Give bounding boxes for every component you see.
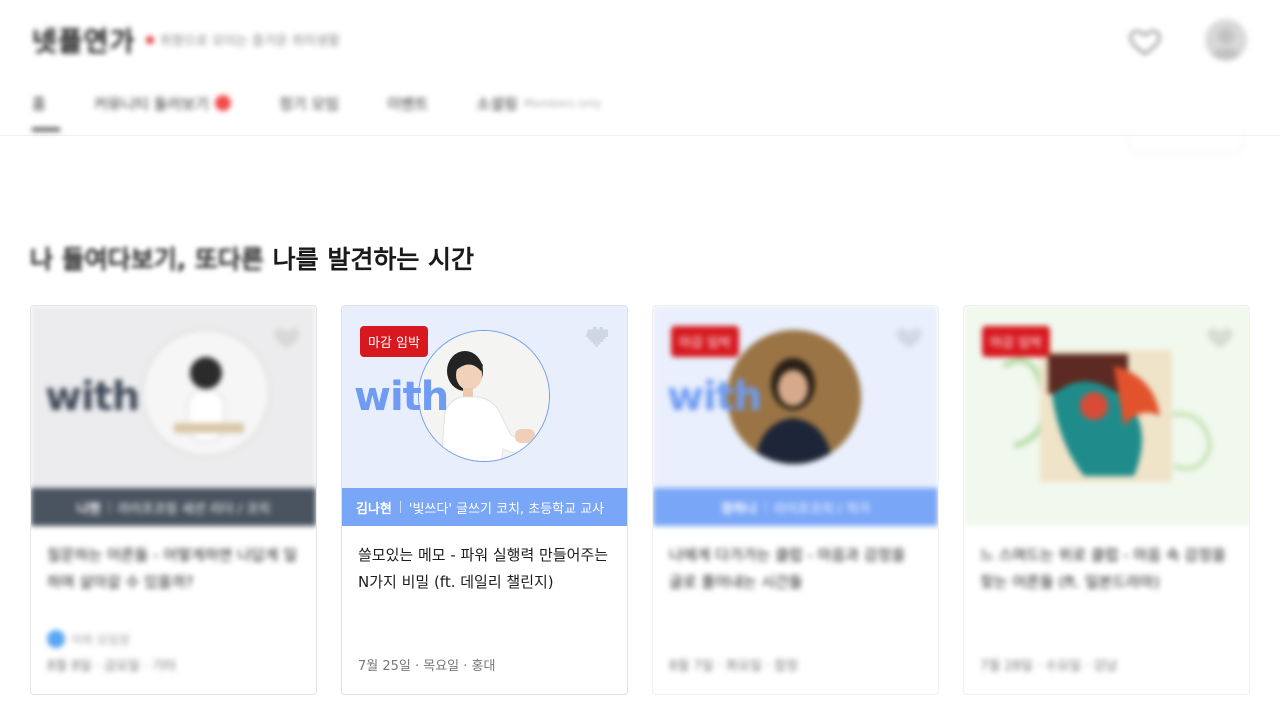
- card-title: 느 스며드는 위로 클럽 - 마음 속 감정을 찾는 어른들 (ft. 일본드라…: [980, 546, 1226, 591]
- with-logo-text: with: [354, 374, 449, 420]
- section-title: 나 들여다보기, 또다른 나를 발견하는 시간: [30, 240, 474, 276]
- card-heart-icon[interactable]: [583, 322, 613, 352]
- tab-home[interactable]: 홈: [32, 88, 60, 131]
- leader-desc: '빛쓰다' 글쓰기 코치, 초등학교 교사: [408, 501, 605, 517]
- tagline-dot-icon: [146, 35, 154, 44]
- card-thumbnail: 마감 임박: [964, 306, 1249, 526]
- card-meta: 7월 25일 · 목요일 · 홍대: [358, 659, 496, 674]
- tab-regular-meeting[interactable]: 정기 모임: [279, 88, 339, 118]
- card-meta: 8월 7일 · 화요일 · 합정: [669, 659, 799, 674]
- main-tabs: 홈 커뮤니티 둘러보기 정기 모임 이벤트 소셜링 Members only: [32, 88, 650, 131]
- tab-socialing-sub: Members only: [523, 96, 602, 110]
- card-heart-icon[interactable]: [894, 322, 924, 352]
- deadline-badge: 마감 임박: [360, 326, 428, 357]
- deadline-badge: 마감 임박: [671, 326, 739, 357]
- leader-strip: 정하나 라이프코치 / 작가: [653, 488, 938, 526]
- section-title-suffix: 나를 발견하는 시간: [272, 245, 475, 274]
- leader-strip: 나현 라이프코칭 세션 리더 / 코치: [31, 488, 316, 526]
- header-tagline: 취향으로 모이는 즐거운 취미생활: [146, 30, 340, 49]
- card-host: 이하 모임장: [47, 630, 130, 648]
- user-avatar[interactable]: [1204, 18, 1248, 62]
- card-body: 느 스며드는 위로 클럽 - 마음 속 감정을 찾는 어른들 (ft. 일본드라…: [964, 526, 1249, 600]
- new-badge-icon: [214, 95, 231, 111]
- leader-desc: 라이프코칭 세션 리더 / 코치: [117, 501, 271, 517]
- card-body: 나에게 다가가는 클럽 - 마음과 감정을 글로 풀어내는 시간들: [653, 526, 938, 600]
- leader-strip: 김나현 '빛쓰다' 글쓰기 코치, 초등학교 교사: [342, 488, 627, 526]
- logo[interactable]: 넷플연가: [32, 20, 135, 59]
- header-pill: [1128, 130, 1244, 154]
- tab-event[interactable]: 이벤트: [387, 88, 428, 118]
- deadline-badge: 마감 임박: [982, 326, 1050, 357]
- tab-community-label: 커뮤니티 둘러보기: [93, 94, 209, 113]
- card-content-blurred: 마감 임박 느 스며드는 위로 클럽 - 마음 속 감정을 찾는 어른들 (ft…: [964, 306, 1249, 600]
- leader-desc: 라이프코치 / 작가: [773, 501, 871, 517]
- card-heart-icon[interactable]: [272, 322, 302, 352]
- card-thumbnail: 마감 임박 with 김나현 '빛쓰다' 글쓰기 코치, 초등학교 교사: [342, 306, 627, 526]
- top-header: 넷플연가 취향으로 모이는 즐거운 취미생활 홈 커뮤니티 둘러보기 정기 모임…: [0, 0, 1280, 136]
- card-body: 질문하는 어른들 - 어떻게하면 나답게 일하며 살아갈 수 있을까?: [31, 526, 316, 600]
- section-title-prefix: 나 들여다보기, 또다른: [30, 245, 264, 274]
- tagline-text: 취향으로 모이는 즐거운 취미생활: [160, 34, 340, 49]
- card-title: 나에게 다가가는 클럽 - 마음과 감정을 글로 풀어내는 시간들: [669, 546, 906, 591]
- card-title[interactable]: 쓸모있는 메모 - 파워 실행력 만들어주는 N가지 비밀 (ft. 데일리 챌…: [358, 542, 611, 600]
- tab-community[interactable]: 커뮤니티 둘러보기: [94, 88, 231, 118]
- leader-name: 김나현: [356, 501, 392, 517]
- tab-regular-meeting-label: 정기 모임: [278, 94, 339, 113]
- leader-name: 나현: [76, 501, 101, 517]
- leader-name: 정하나: [720, 501, 757, 517]
- meeting-card[interactable]: with 나현 라이프코칭 세션 리더 / 코치 질문하는 어른들 - 어떻게하…: [30, 305, 317, 695]
- card-body: 쓸모있는 메모 - 파워 실행력 만들어주는 N가지 비밀 (ft. 데일리 챌…: [342, 526, 627, 600]
- card-title: 질문하는 어른들 - 어떻게하면 나답게 일하며 살아갈 수 있을까?: [47, 546, 298, 591]
- meeting-card[interactable]: 마감 임박 with 김나현 '빛쓰다' 글쓰기 코치, 초등학교 교사 쓸모있…: [341, 305, 628, 695]
- leader-photo: [141, 328, 271, 458]
- meeting-card[interactable]: 마감 임박 느 스며드는 위로 클럽 - 마음 속 감정을 찾는 어른들 (ft…: [963, 305, 1250, 695]
- with-logo-text: with: [667, 374, 762, 420]
- strip-divider: [399, 501, 401, 513]
- meeting-card[interactable]: 마감 임박 with 정하나 라이프코치 / 작가 나에게 다가가는 클럽 -: [652, 305, 939, 695]
- tab-home-label: 홈: [32, 94, 46, 113]
- host-avatar-icon: [47, 630, 65, 648]
- with-logo-text: with: [45, 374, 140, 420]
- tab-event-label: 이벤트: [386, 94, 429, 113]
- host-name: 이하 모임장: [71, 632, 131, 647]
- card-content-blurred: 마감 임박 with 정하나 라이프코치 / 작가 나에게 다가가는 클럽 -: [653, 306, 938, 600]
- card-heart-icon[interactable]: [1205, 322, 1235, 352]
- strip-divider: [764, 501, 766, 513]
- tab-socialing[interactable]: 소셜링 Members only: [476, 88, 601, 118]
- strip-divider: [108, 501, 110, 513]
- card-content-blurred: with 나현 라이프코칭 세션 리더 / 코치 질문하는 어른들 - 어떻게하…: [31, 306, 316, 600]
- tab-socialing-label: 소셜링: [476, 94, 518, 113]
- card-thumbnail: with 나현 라이프코칭 세션 리더 / 코치: [31, 306, 316, 526]
- card-thumbnail: 마감 임박 with 정하나 라이프코치 / 작가: [653, 306, 938, 526]
- card-meta: 7월 28일 · 수요일 · 강남: [980, 659, 1118, 674]
- wishlist-heart-icon[interactable]: [1128, 24, 1162, 58]
- card-meta: 8월 8일 · 금요일 · 기타: [47, 659, 177, 674]
